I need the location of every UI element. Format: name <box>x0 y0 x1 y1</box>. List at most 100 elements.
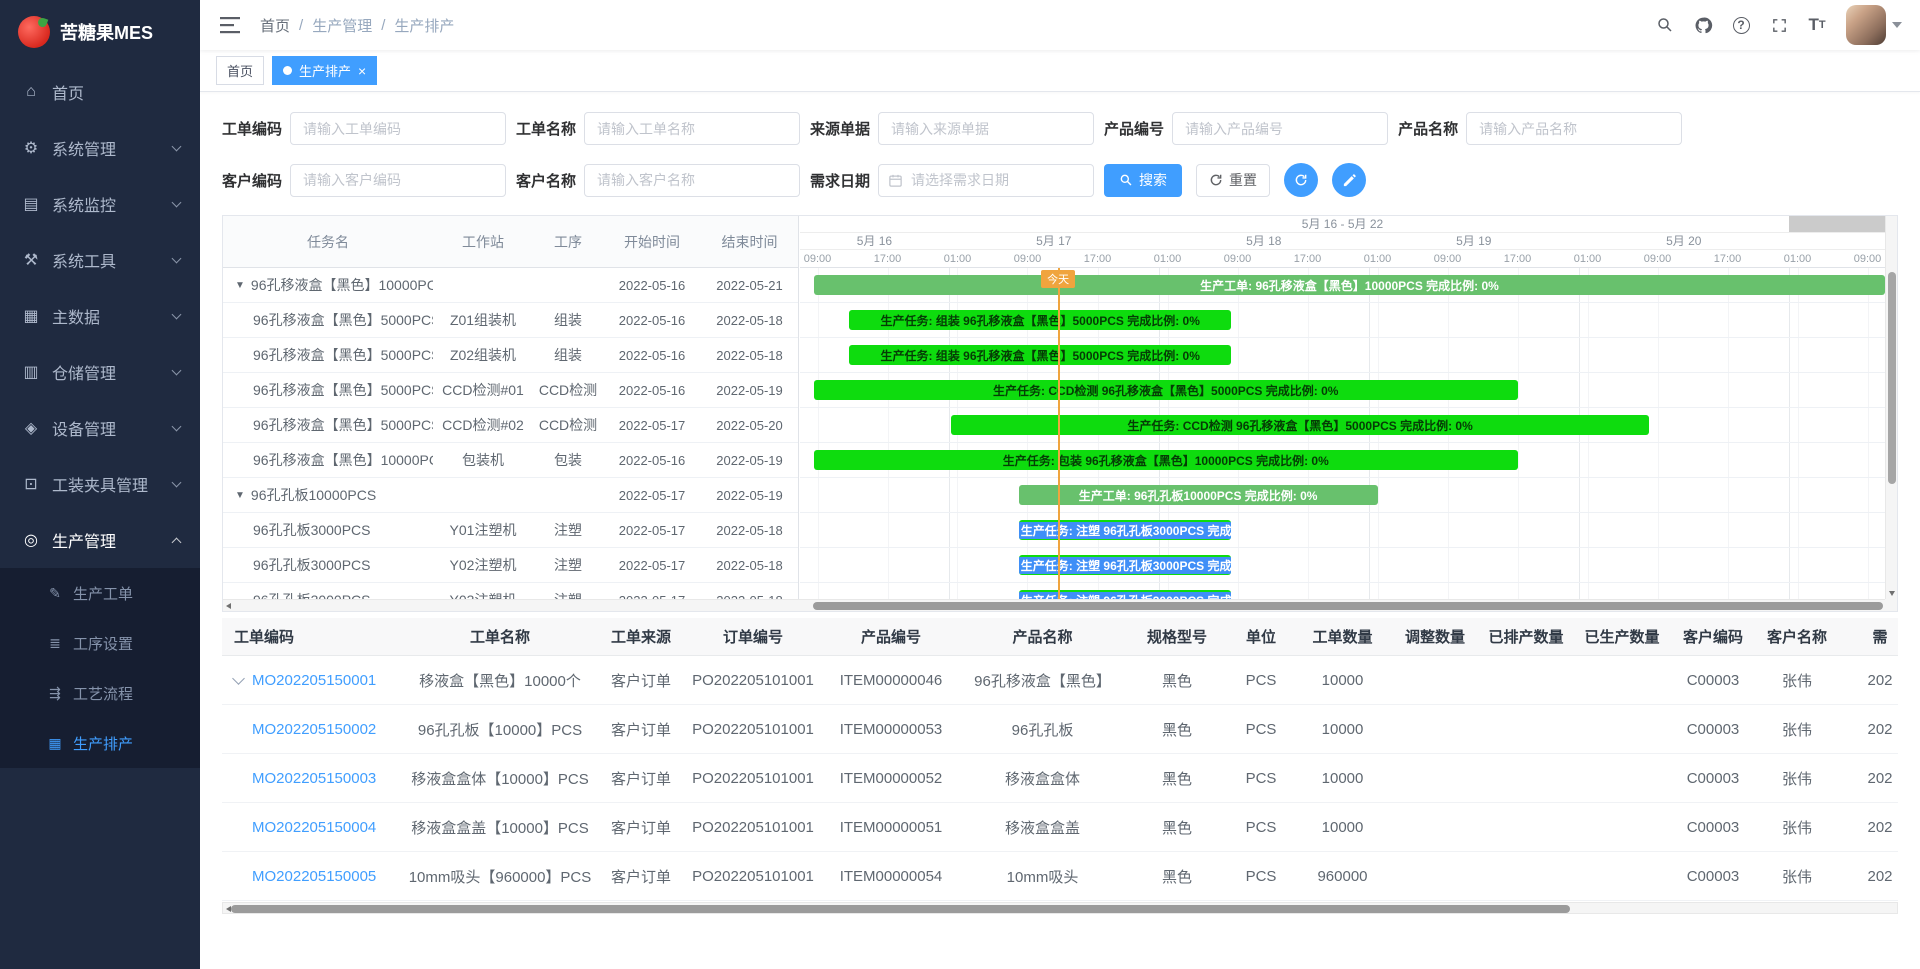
table-row[interactable]: MO20220515000296孔孔板【10000】PCS客户订单PO20220… <box>222 705 1898 754</box>
demand-date-input[interactable] <box>878 164 1094 197</box>
row-expand-icon[interactable] <box>232 672 245 685</box>
expand-collapse-icon[interactable]: ▼ <box>235 280 245 291</box>
filter-input[interactable] <box>584 164 800 197</box>
filter-input[interactable] <box>878 112 1094 145</box>
task-end-cell: 2022-05-19 <box>701 453 798 468</box>
sidebar-item-equipment-mgmt[interactable]: ◈设备管理 <box>0 400 200 456</box>
search-button[interactable]: 搜索 <box>1104 164 1182 197</box>
production-task-bar[interactable]: 生产任务: CCD检测 96孔移液盒【黑色】5000PCS 完成比例: 0% <box>814 380 1518 400</box>
task-name-cell: 96孔移液盒【黑色】5000PCS <box>223 310 433 330</box>
orders-column-header: 调整数量 <box>1392 626 1478 647</box>
filter-input[interactable] <box>584 112 800 145</box>
production-task-bar[interactable]: 生产任务: 包装 96孔移液盒【黑色】10000PCS 完成比例: 0% <box>814 450 1518 470</box>
gantt-timeline-row: 生产任务: 注塑 96孔孔板3000PCS 完成比例: 0% <box>800 583 1885 599</box>
work-order-link[interactable]: MO202205150003 <box>252 770 376 787</box>
table-row[interactable]: MO20220515000510mm吸头【960000】PCS客户订单PO202… <box>222 852 1898 901</box>
refresh-button[interactable] <box>1284 163 1318 197</box>
gantt-task-row[interactable]: 96孔移液盒【黑色】5000PCSCCD检测#02CCD检测2022-05-17… <box>223 408 798 443</box>
orders-cell-qty: 960000 <box>1293 868 1392 885</box>
gantt-task-row[interactable]: 96孔移液盒【黑色】5000PCSZ02组装机组装2022-05-162022-… <box>223 338 798 373</box>
filter-label: 产品名称 <box>1398 118 1458 139</box>
breadcrumb-separator: / <box>299 17 303 34</box>
table-row[interactable]: MO202205150004移液盒盒盖【10000】PCS客户订单PO20220… <box>222 803 1898 852</box>
filter-input[interactable] <box>290 164 506 197</box>
sidebar-subitem-process-flow[interactable]: ⇶工艺流程 <box>0 668 200 718</box>
sidebar-item-master-data[interactable]: ▦主数据 <box>0 288 200 344</box>
work-order-link[interactable]: MO202205150002 <box>252 721 376 738</box>
avatar[interactable] <box>1846 5 1886 45</box>
sidebar-item-fixture-mgmt[interactable]: ⊡工装夹具管理 <box>0 456 200 512</box>
gantt-task-row[interactable]: 96孔移液盒【黑色】5000PCSCCD检测#01CCD检测2022-05-16… <box>223 373 798 408</box>
close-icon[interactable]: × <box>358 64 366 78</box>
gantt-task-row[interactable]: 96孔孔板3000PCSY03注塑机注塑2022-05-172022-05-18 <box>223 583 798 599</box>
gantt-tick-label: 09:00 <box>1434 250 1462 268</box>
sidebar-item-system-mgmt[interactable]: ⚙系统管理 <box>0 120 200 176</box>
scroll-left-arrow[interactable] <box>226 603 231 609</box>
sidebar-item-system-tools[interactable]: ⚒系统工具 <box>0 232 200 288</box>
sidebar-item-production-mgmt[interactable]: ◎生产管理 <box>0 512 200 568</box>
sidebar-item-warehouse-mgmt[interactable]: ▥仓储管理 <box>0 344 200 400</box>
scrollbar-thumb[interactable] <box>231 905 1570 913</box>
sidebar-subitem-process-setup[interactable]: ≣工序设置 <box>0 618 200 668</box>
production-task-bar[interactable]: 生产任务: CCD检测 96孔移液盒【黑色】5000PCS 完成比例: 0% <box>951 415 1648 435</box>
filter-input[interactable] <box>1172 112 1388 145</box>
github-icon[interactable] <box>1686 8 1720 42</box>
tab-label: 生产排产 <box>299 61 351 80</box>
gantt-task-row[interactable]: 96孔移液盒【黑色】5000PCSZ01组装机组装2022-05-162022-… <box>223 303 798 338</box>
task-name-cell: 96孔移液盒【黑色】10000PCS <box>223 450 433 470</box>
gantt-task-row[interactable]: 96孔移液盒【黑色】10000PCS包装机包装2022-05-162022-05… <box>223 443 798 478</box>
gantt-vertical-scrollbar[interactable] <box>1885 216 1897 599</box>
task-process-cell: CCD检测 <box>533 415 603 435</box>
table-row[interactable]: MO202205150001移液盒【黑色】10000个客户订单PO2022051… <box>222 656 1898 705</box>
expand-collapse-icon[interactable]: ▼ <box>235 490 245 501</box>
filter-input[interactable] <box>290 112 506 145</box>
sidebar-item-system-monitor[interactable]: ▤系统监控 <box>0 176 200 232</box>
filter-group: 客户编码 <box>222 164 506 197</box>
production-task-bar[interactable]: 生产任务: 组装 96孔移液盒【黑色】5000PCS 完成比例: 0% <box>849 345 1231 365</box>
user-menu[interactable] <box>1846 5 1906 45</box>
orders-cell-source: 客户订单 <box>598 817 684 838</box>
sidebar-item-home[interactable]: ⌂首页 <box>0 64 200 120</box>
tab-label: 首页 <box>227 61 253 80</box>
orders-cell-cust_code: C00003 <box>1670 868 1756 885</box>
orders-cell-unit: PCS <box>1229 770 1293 787</box>
scroll-down-arrow[interactable] <box>1889 591 1895 596</box>
tab-生产排产[interactable]: 生产排产 × <box>272 56 377 85</box>
work-order-link[interactable]: MO202205150001 <box>252 672 376 689</box>
breadcrumb-item[interactable]: 生产管理 <box>312 15 372 36</box>
work-order-link[interactable]: MO202205150004 <box>252 819 376 836</box>
production-task-bar[interactable]: 生产任务: 组装 96孔移液盒【黑色】5000PCS 完成比例: 0% <box>849 310 1231 330</box>
reset-button[interactable]: 重置 <box>1196 164 1270 197</box>
filter-input-wrap <box>584 112 800 145</box>
orders-cell-spec: 黑色 <box>1125 866 1229 887</box>
filter-label: 需求日期 <box>810 170 870 191</box>
orders-cell-cust_name: 张伟 <box>1756 817 1838 838</box>
production-task-bar[interactable]: 生产任务: 注塑 96孔孔板3000PCS 完成比例: 0% <box>1019 520 1232 540</box>
sidebar-subitem-work-order[interactable]: ✎生产工单 <box>0 568 200 618</box>
gantt-horizontal-scrollbar[interactable] <box>223 599 1885 611</box>
filter-input[interactable] <box>1466 112 1682 145</box>
help-icon[interactable]: ? <box>1724 8 1758 42</box>
production-task-bar[interactable]: 生产任务: 注塑 96孔孔板3000PCS 完成比例: 0% <box>1019 555 1232 575</box>
scrollbar-thumb[interactable] <box>813 602 1883 610</box>
sidebar-toggle-icon[interactable] <box>214 12 246 38</box>
gantt-order-row[interactable]: ▼96孔移液盒【黑色】10000PCS2022-05-162022-05-21 <box>223 268 798 303</box>
gantt-task-row[interactable]: 96孔孔板3000PCSY02注塑机注塑2022-05-172022-05-18 <box>223 548 798 583</box>
task-process-cell: 包装 <box>533 450 603 470</box>
work-order-bar[interactable]: 生产工单: 96孔移液盒【黑色】10000PCS 完成比例: 0% <box>814 275 1885 295</box>
work-order-link[interactable]: MO202205150005 <box>252 868 376 885</box>
gantt-task-row[interactable]: 96孔孔板3000PCSY01注塑机注塑2022-05-172022-05-18 <box>223 513 798 548</box>
production-task-bar[interactable]: 生产任务: 注塑 96孔孔板3000PCS 完成比例: 0% <box>1019 590 1232 599</box>
sidebar-subitem-scheduling[interactable]: ▦生产排产 <box>0 718 200 768</box>
font-size-icon[interactable]: TT <box>1800 8 1834 42</box>
table-horizontal-scrollbar[interactable] <box>222 902 1898 914</box>
gantt-order-row[interactable]: ▼96孔孔板10000PCS2022-05-172022-05-19 <box>223 478 798 513</box>
table-row[interactable]: MO202205150003移液盒盒体【10000】PCS客户订单PO20220… <box>222 754 1898 803</box>
breadcrumb-item[interactable]: 首页 <box>260 15 290 36</box>
edit-button[interactable] <box>1332 163 1366 197</box>
scrollbar-thumb[interactable] <box>1888 272 1896 484</box>
work-order-bar[interactable]: 生产工单: 96孔孔板10000PCS 完成比例: 0% <box>1019 485 1378 505</box>
tab-首页[interactable]: 首页 <box>216 56 264 85</box>
search-icon[interactable] <box>1648 8 1682 42</box>
fullscreen-icon[interactable] <box>1762 8 1796 42</box>
